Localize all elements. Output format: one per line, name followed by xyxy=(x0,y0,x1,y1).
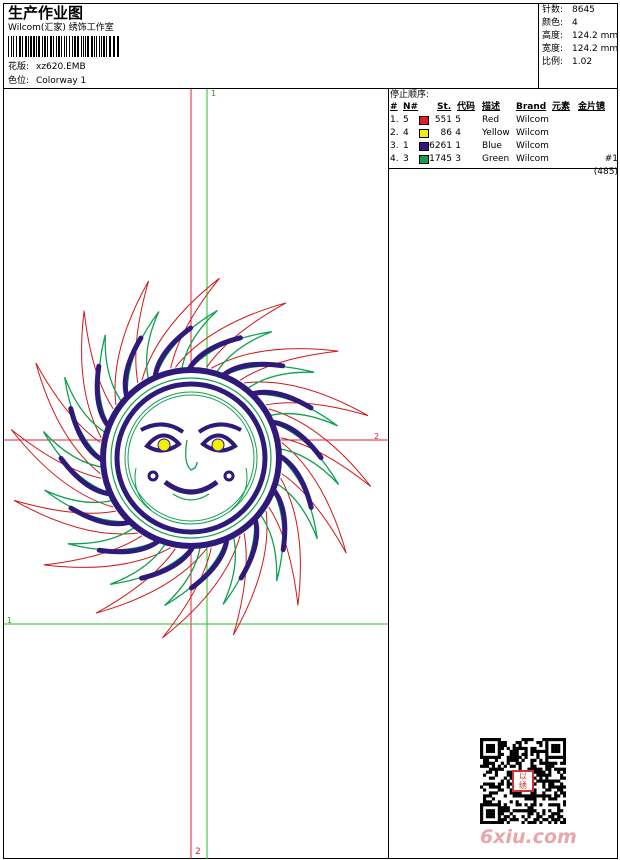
thread-color-swatch xyxy=(419,142,429,151)
row-desc: Green xyxy=(482,154,510,164)
design-canvas xyxy=(4,89,388,859)
row-n: 5 xyxy=(403,115,409,125)
stat-scale: 比例: 1.02 xyxy=(542,57,593,67)
row-n: 4 xyxy=(403,128,409,138)
row-brand: Wilcom xyxy=(516,115,549,125)
thread-color-swatch xyxy=(419,155,429,164)
design-stats: 针数: 8645 颜色: 4 高度: 124.2 mm 宽度: 124.2 mm 比例:… xyxy=(542,4,618,69)
stat-colors: 颜色: 4 xyxy=(542,18,578,28)
watermark-text: 6xiu.com xyxy=(480,826,577,848)
design-file-name: xz620.EMB xyxy=(36,62,86,72)
color-row: 1. 5 551 5 Red Wilcom xyxy=(390,114,618,127)
row-code: 5 xyxy=(455,115,461,125)
row-stop: 1. xyxy=(390,115,399,125)
stat-stitches: 针数: 8645 xyxy=(542,5,595,15)
row-brand: Wilcom xyxy=(516,154,549,164)
row-desc: Yellow xyxy=(482,128,510,138)
stat-width: 宽度: 124.2 mm xyxy=(542,44,619,54)
row-brand: Wilcom xyxy=(516,141,549,151)
row-n: 3 xyxy=(403,154,409,164)
barcode xyxy=(8,36,119,57)
color-row: 2. 4 86 4 Yellow Wilcom xyxy=(390,127,618,140)
stats-divider xyxy=(538,3,539,89)
row-stop: 3. xyxy=(390,141,399,151)
colorway-label: 色位: xyxy=(8,76,30,86)
guide-marker-top: 1 xyxy=(211,89,217,98)
color-row: 4. 3 1745 3 Green Wilcom #1 (485) xyxy=(390,153,618,177)
row-desc: Blue xyxy=(482,141,502,151)
thread-color-swatch xyxy=(419,116,429,125)
page-title: 生产作业图 xyxy=(8,4,84,22)
thread-color-swatch xyxy=(419,129,429,138)
design-label: 花版: xyxy=(8,62,30,72)
stop-sequence-title: 停止顺序: xyxy=(390,90,430,100)
row-stop: 2. xyxy=(390,128,399,138)
colorway-value: Colorway 1 xyxy=(36,76,87,86)
row-code: 4 xyxy=(455,128,461,138)
company-name: Wilcom(汇家) 绣饰工作室 xyxy=(8,23,114,33)
row-code: 3 xyxy=(455,154,461,164)
guide-marker-left: 1 xyxy=(7,616,13,625)
panel-divider xyxy=(388,88,389,859)
row-brand: Wilcom xyxy=(516,128,549,138)
color-row: 3. 1 6261 1 Blue Wilcom xyxy=(390,140,618,153)
seal-stamp: 以绣 xyxy=(512,770,534,792)
row-stop: 4. xyxy=(390,154,399,164)
stat-height: 高度: 124.2 mm xyxy=(542,31,619,41)
guide-marker-right: 2 xyxy=(374,432,380,441)
seal-text: 以绣 xyxy=(519,772,527,790)
row-extra: #1 (485) xyxy=(593,154,618,177)
row-n: 1 xyxy=(403,141,409,151)
table-header: # N# St. 代码 描述 Brand 元素 金片镜 xyxy=(390,102,606,112)
row-desc: Red xyxy=(482,115,500,125)
guide-marker-bottom: 2 xyxy=(195,847,201,857)
row-code: 1 xyxy=(455,141,461,151)
